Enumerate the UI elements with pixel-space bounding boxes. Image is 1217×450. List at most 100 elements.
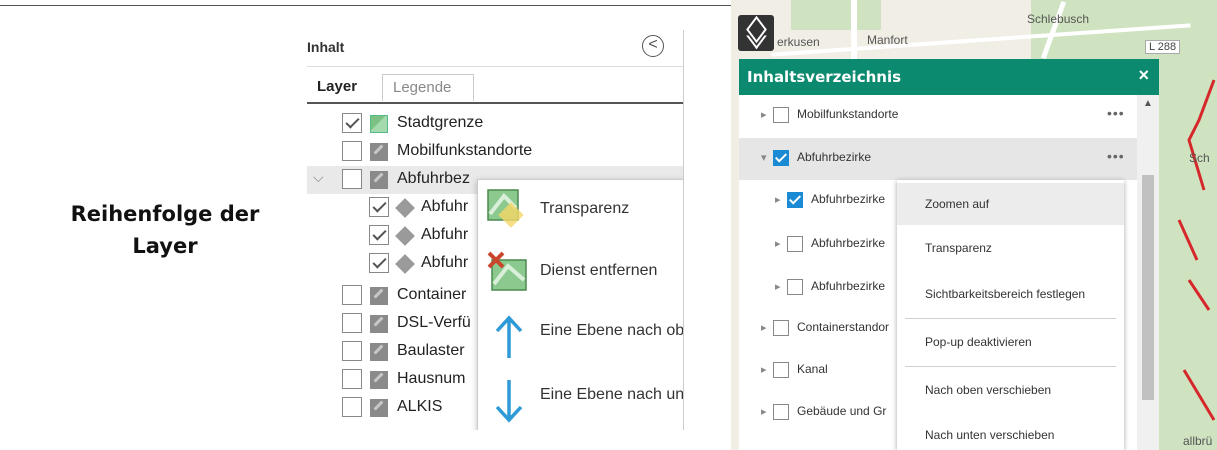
toc-layer-checkbox[interactable] [787, 236, 803, 252]
toc-layer-checkbox[interactable] [773, 107, 789, 123]
toc-layer-checkbox[interactable] [773, 362, 789, 378]
collapse-panel-icon[interactable]: < [642, 35, 664, 57]
map-label: Sch [1189, 151, 1210, 165]
toc-layer-checkbox[interactable] [787, 279, 803, 295]
scroll-thumb[interactable] [1142, 175, 1154, 400]
menu-item-label: Zoomen auf [925, 197, 990, 211]
tab-bar: Layer Legende [307, 74, 683, 104]
layer-checkbox[interactable] [342, 141, 362, 161]
layer-checkbox[interactable] [369, 253, 389, 273]
toc-scrollbar[interactable]: ▲ [1137, 95, 1159, 450]
expand-chevron-icon[interactable]: ⌵ [313, 169, 324, 186]
menu-item-nach-unten[interactable]: Nach unten verschieben [897, 414, 1124, 450]
toc-layer-label: Mobilfunkstandorte [797, 107, 899, 121]
layer-label: Baulaster [397, 342, 465, 359]
caption: Reihenfolge der Layer [30, 198, 300, 262]
caret-right-icon[interactable]: ▸ [775, 280, 781, 293]
caption-line-2: Layer [132, 234, 198, 258]
arrow-down-icon [495, 380, 523, 423]
layer-label: Mobilfunkstandorte [397, 142, 533, 159]
toc-layer-checkbox[interactable] [773, 150, 789, 166]
toc-layer-label: Abfuhrbezirke [797, 150, 872, 164]
menu-item-transparenz[interactable]: Transparenz [478, 180, 683, 236]
menu-item-transparenz[interactable]: Transparenz [897, 227, 1124, 269]
layer-label: Abfuhr [421, 198, 469, 215]
menu-item-sichtbarkeitsbereich[interactable]: Sichtbarkeitsbereich festlegen [897, 273, 1124, 315]
toc-layer-checkbox[interactable] [773, 320, 789, 336]
caret-right-icon[interactable]: ▸ [761, 405, 767, 418]
menu-item-dienst-entfernen[interactable]: Dienst entfernen [478, 242, 683, 298]
menu-item-label: Eine Ebene nach oben [540, 322, 684, 339]
layer-checkbox[interactable] [369, 197, 389, 217]
caret-down-icon[interactable]: ▾ [761, 151, 767, 164]
menu-item-zoomen-auf[interactable]: Zoomen auf [897, 183, 1124, 225]
caret-right-icon[interactable]: ▸ [761, 363, 767, 376]
layer-label: ALKIS [397, 398, 443, 415]
panel-title: Inhalt [307, 39, 345, 55]
arrow-up-icon [495, 315, 523, 358]
menu-item-popup-deaktivieren[interactable]: Pop-up deaktivieren [897, 321, 1124, 363]
map-road-badge: L 288 [1145, 40, 1181, 54]
menu-item-label: Sichtbarkeitsbereich festlegen [925, 287, 1086, 301]
menu-item-label: Nach oben verschieben [925, 383, 1052, 397]
menu-item-nach-oben[interactable]: Nach oben verschieben [897, 369, 1124, 411]
layer-icon [370, 287, 388, 305]
tab-layer[interactable]: Layer [307, 74, 367, 100]
layer-label: Abfuhrbez [397, 170, 470, 187]
layer-icon [370, 171, 388, 189]
map-layer-icon [370, 115, 388, 133]
menu-item-label: Transparenz [540, 200, 630, 217]
toc-layer-label: Containerstandor [797, 320, 890, 334]
map-boundary-line [1177, 79, 1216, 421]
layer-icon [370, 143, 388, 161]
caret-right-icon[interactable]: ▸ [761, 321, 767, 334]
map-label: allbrü [1183, 434, 1213, 448]
menu-item-ebene-nach-unten[interactable]: Eine Ebene nach unten [478, 370, 684, 426]
map-road [851, 0, 857, 60]
transparency-icon [487, 189, 524, 228]
toc-title: Inhaltsverzeichnis [747, 68, 902, 86]
layer-checkbox[interactable] [342, 113, 362, 133]
caption-line-1: Reihenfolge der [70, 202, 260, 226]
toc-layer-row[interactable]: ▸ Mobilfunkstandorte ••• [739, 95, 1137, 137]
layer-checkbox[interactable] [342, 169, 362, 189]
menu-item-label: Eine Ebene nach unten [540, 386, 684, 403]
layer-label: Stadtgrenze [397, 114, 484, 131]
layer-checkbox[interactable] [342, 313, 362, 333]
layer-checkbox[interactable] [342, 341, 362, 361]
layer-label: Container [397, 286, 467, 303]
layer-checkbox[interactable] [342, 397, 362, 417]
old-context-menu: Transparenz Dienst entfernen Eine Ebene … [477, 179, 684, 430]
layer-icon [370, 343, 388, 361]
toc-layer-checkbox[interactable] [787, 192, 803, 208]
more-options-icon[interactable]: ••• [1107, 105, 1125, 121]
toc-layer-label: Abfuhrbezirke [811, 236, 886, 250]
caret-right-icon[interactable]: ▸ [761, 108, 767, 121]
layer-checkbox[interactable] [369, 225, 389, 245]
layers-icon[interactable] [738, 15, 774, 51]
toc-layer-checkbox[interactable] [773, 404, 789, 420]
toc-header: Inhaltsverzeichnis × [739, 59, 1159, 95]
sublayer-icon [395, 198, 415, 218]
toc-layer-row[interactable]: ▾ Abfuhrbezirke ••• [739, 138, 1137, 180]
new-context-menu: Zoomen auf Transparenz Sichtbarkeitsbere… [897, 180, 1124, 450]
layer-label: Hausnum [397, 370, 466, 387]
layer-icon [370, 399, 388, 417]
layer-label: DSL-Verfü [397, 314, 471, 331]
map-label: Schlebusch [1027, 12, 1090, 26]
layer-checkbox[interactable] [342, 285, 362, 305]
layer-checkbox[interactable] [342, 369, 362, 389]
scroll-up-icon[interactable]: ▲ [1143, 98, 1153, 109]
caret-right-icon[interactable]: ▸ [775, 193, 781, 206]
layer-row[interactable]: Stadtgrenze [307, 110, 683, 138]
caret-right-icon[interactable]: ▸ [775, 237, 781, 250]
layer-row[interactable]: Mobilfunkstandorte [307, 138, 683, 166]
menu-item-ebene-nach-oben[interactable]: Eine Ebene nach oben [478, 306, 684, 362]
layer-label: Abfuhr [421, 254, 469, 271]
new-content-panel: Schlebusch erkusen Manfort L 288 Sch all… [731, 0, 1217, 450]
tab-legende[interactable]: Legende [382, 74, 474, 101]
menu-item-label: Dienst entfernen [540, 262, 658, 279]
close-icon[interactable]: × [1138, 65, 1149, 86]
panel-header: Inhalt < [307, 30, 683, 67]
more-options-icon[interactable]: ••• [1107, 148, 1125, 164]
